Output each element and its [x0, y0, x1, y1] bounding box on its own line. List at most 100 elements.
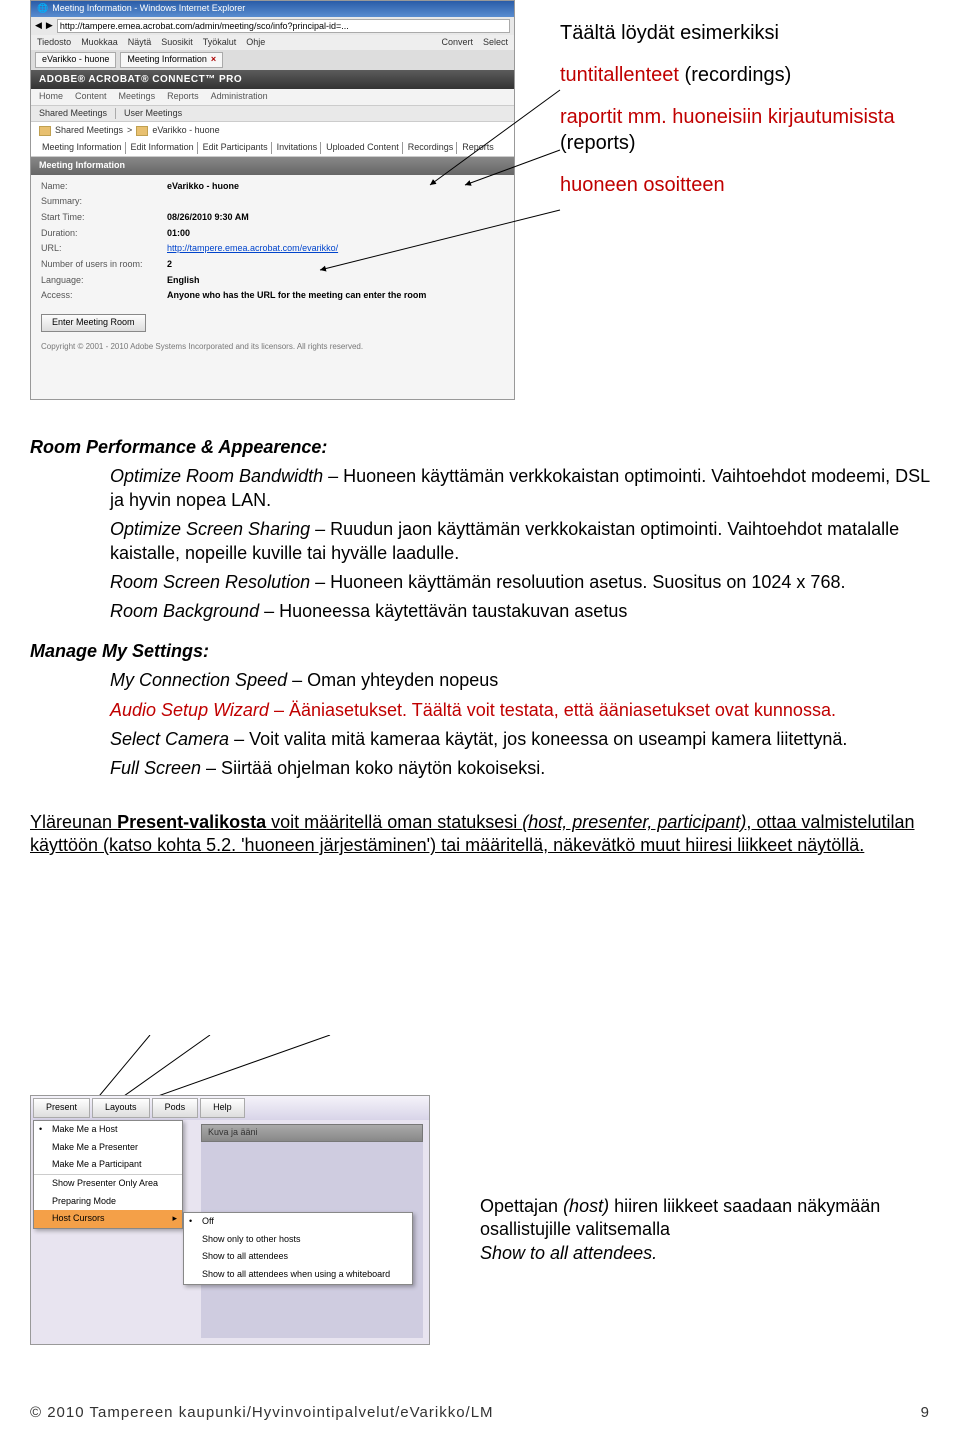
menu-item-presenter-area[interactable]: Show Presenter Only Area	[34, 1174, 182, 1193]
paragraph: Optimize Screen Sharing – Ruudun jaon kä…	[110, 518, 930, 565]
paragraph: Full Screen – Siirtää ohjelman koko näyt…	[110, 757, 930, 780]
value-lang: English	[167, 275, 504, 287]
nav-home[interactable]: Home	[39, 91, 63, 103]
window-title: Meeting Information - Windows Internet E…	[52, 3, 245, 15]
submenu-other-hosts[interactable]: Show only to other hosts	[184, 1231, 412, 1249]
paragraph: Optimize Room Bandwidth – Huoneen käyttä…	[110, 465, 930, 512]
menu-item-host[interactable]: Make Me a Host	[34, 1121, 182, 1139]
crumb-current: eVarikko - huone	[152, 125, 219, 137]
browser-tab[interactable]: Meeting Information×	[120, 52, 223, 68]
tab-invitations[interactable]: Invitations	[274, 142, 322, 154]
document-body: Room Performance & Appearence: Optimize …	[30, 420, 930, 863]
select-btn[interactable]: Select	[483, 37, 508, 49]
paragraph: Select Camera – Voit valita mitä kameraa…	[110, 728, 930, 751]
close-icon[interactable]: ×	[211, 54, 216, 66]
annotation-line: raportit mm. huoneisiin kirjautumisista …	[560, 104, 940, 156]
lower-annotation: Opettajan (host) hiiren liikkeet saadaan…	[480, 1195, 960, 1265]
host-cursors-submenu: Off Show only to other hosts Show to all…	[183, 1212, 413, 1285]
menu-item-preparing[interactable]: Preparing Mode	[34, 1193, 182, 1211]
section-header: Meeting Information	[31, 157, 514, 175]
subnav-user[interactable]: User Meetings	[115, 108, 182, 120]
acrobat-nav: Home Content Meetings Reports Administra…	[31, 89, 514, 106]
menu-view[interactable]: Näytä	[128, 37, 152, 49]
label-access: Access:	[41, 290, 161, 302]
window-titlebar: 🌐 Meeting Information - Windows Internet…	[31, 1, 514, 17]
tab-edit-info[interactable]: Edit Information	[128, 142, 198, 154]
ie-window: 🌐 Meeting Information - Windows Internet…	[30, 0, 515, 400]
enter-meeting-button[interactable]: Enter Meeting Room	[41, 314, 146, 332]
present-menu-screenshot: Present Layouts Pods Help Kuva ja ääni M…	[30, 1095, 430, 1345]
label-lang: Language:	[41, 275, 161, 287]
meeting-info-grid: Name: eVarikko - huone Summary: Start Ti…	[31, 175, 514, 309]
annotation-line: huoneen osoitteen	[560, 172, 940, 198]
label-url: URL:	[41, 243, 161, 255]
value-url[interactable]: http://tampere.emea.acrobat.com/evarikko…	[167, 243, 504, 255]
back-icon[interactable]: ◀	[35, 20, 42, 32]
value-numusers: 2	[167, 259, 504, 271]
menu-edit[interactable]: Muokkaa	[81, 37, 118, 49]
forward-icon[interactable]: ▶	[46, 20, 53, 32]
annotation-text: Opettajan (host) hiiren liikkeet saadaan…	[480, 1195, 960, 1242]
submenu-off[interactable]: Off	[184, 1213, 412, 1231]
folder-icon	[39, 126, 51, 136]
nav-reports[interactable]: Reports	[167, 91, 199, 103]
browser-tabs: eVarikko - huone Meeting Information×	[31, 50, 514, 70]
pods-menu-button[interactable]: Pods	[152, 1098, 199, 1118]
acrobat-subnav: Shared Meetings User Meetings	[31, 106, 514, 123]
nav-admin[interactable]: Administration	[211, 91, 268, 103]
paragraph: Room Background – Huoneessa käytettävän …	[110, 600, 930, 623]
menu-help[interactable]: Ohje	[246, 37, 265, 49]
menu-tools[interactable]: Työkalut	[203, 37, 237, 49]
value-start: 08/26/2010 9:30 AM	[167, 212, 504, 224]
crumb-link[interactable]: Shared Meetings	[55, 125, 123, 137]
tab-recordings[interactable]: Recordings	[405, 142, 458, 154]
section-title: Room Performance & Appearence:	[30, 436, 930, 459]
layouts-menu-button[interactable]: Layouts	[92, 1098, 150, 1118]
menu-fav[interactable]: Suosikit	[161, 37, 193, 49]
convert-btn[interactable]: Convert	[441, 37, 473, 49]
tab-reports[interactable]: Reports	[459, 142, 497, 154]
annotation-line: Täältä löydät esimerkiksi	[560, 20, 940, 46]
page-number: 9	[921, 1403, 930, 1423]
menu-item-host-cursors[interactable]: Host Cursors	[34, 1210, 182, 1228]
present-dropdown: Make Me a Host Make Me a Presenter Make …	[33, 1120, 183, 1229]
menu-item-presenter[interactable]: Make Me a Presenter	[34, 1139, 182, 1157]
label-numusers: Number of users in room:	[41, 259, 161, 271]
browser-tab[interactable]: eVarikko - huone	[35, 52, 116, 68]
label-duration: Duration:	[41, 228, 161, 240]
annotation-line: tuntitallenteet (recordings)	[560, 62, 940, 88]
label-summary: Summary:	[41, 196, 161, 208]
paragraph: Yläreunan Present-valikosta voit määrite…	[30, 811, 930, 858]
paragraph: Audio Setup Wizard – Ääniasetukset. Tääl…	[110, 699, 930, 722]
acrobat-brand: ADOBE® ACROBAT® CONNECT™ PRO	[31, 70, 514, 89]
value-duration: 01:00	[167, 228, 504, 240]
annotation-text: Show to all attendees.	[480, 1242, 960, 1265]
ie-icon: 🌐	[37, 3, 48, 15]
label-name: Name:	[41, 181, 161, 193]
menu-item-participant[interactable]: Make Me a Participant	[34, 1156, 182, 1174]
nav-meetings[interactable]: Meetings	[119, 91, 156, 103]
copyright-text: Copyright © 2001 - 2010 Adobe Systems In…	[31, 338, 514, 356]
meeting-tabs: Meeting Information Edit Information Edi…	[31, 140, 514, 157]
value-access: Anyone who has the URL for the meeting c…	[167, 290, 504, 302]
submenu-whiteboard[interactable]: Show to all attendees when using a white…	[184, 1266, 412, 1284]
subnav-shared[interactable]: Shared Meetings	[39, 108, 107, 120]
tab-uploaded[interactable]: Uploaded Content	[323, 142, 403, 154]
address-bar: ◀ ▶	[31, 17, 514, 35]
menu-file[interactable]: Tiedosto	[37, 37, 71, 49]
help-menu-button[interactable]: Help	[200, 1098, 245, 1118]
present-menu-button[interactable]: Present	[33, 1098, 90, 1118]
tab-meeting-info[interactable]: Meeting Information	[39, 142, 126, 154]
annotation-text: Täältä löydät esimerkiksi tuntitallentee…	[560, 20, 940, 214]
url-input[interactable]	[57, 19, 510, 33]
paragraph: My Connection Speed – Oman yhteyden nope…	[110, 669, 930, 692]
section-title: Manage My Settings:	[30, 640, 930, 663]
paragraph: Room Screen Resolution – Huoneen käyttäm…	[110, 571, 930, 594]
submenu-all-attendees[interactable]: Show to all attendees	[184, 1248, 412, 1266]
lower-section: Present Layouts Pods Help Kuva ja ääni M…	[30, 1095, 930, 1345]
nav-content[interactable]: Content	[75, 91, 107, 103]
ie-menu-bar: Tiedosto Muokkaa Näytä Suosikit Työkalut…	[31, 35, 514, 51]
present-menubar: Present Layouts Pods Help	[31, 1096, 429, 1120]
tab-edit-participants[interactable]: Edit Participants	[200, 142, 272, 154]
value-summary	[167, 196, 504, 208]
